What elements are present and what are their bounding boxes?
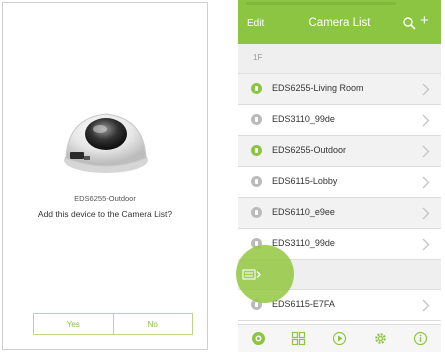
camera-list-header: Edit Camera List + [238, 0, 441, 44]
camera-name: EDS3110_99de [272, 238, 335, 248]
offline-status-icon [251, 114, 262, 125]
camera-name: EDS3110_99de [272, 114, 335, 124]
bottom-tab-bar [238, 324, 441, 352]
sidebar-toggle-icon [242, 269, 261, 280]
playback-tab[interactable] [328, 328, 350, 350]
info-tab[interactable] [410, 328, 432, 350]
chevron-right-icon [422, 114, 430, 127]
device-name-label: EDS6255-Outdoor [74, 194, 136, 203]
info-tab-icon [414, 331, 428, 346]
grid-tab-icon [292, 331, 306, 346]
dialog-button-group: Yes No [33, 313, 193, 335]
group-header-1f: 1F [238, 44, 441, 74]
search-icon[interactable] [402, 16, 416, 30]
offline-status-icon [251, 207, 262, 218]
floating-menu-button[interactable] [236, 245, 294, 303]
camera-row[interactable]: EDS6255-Outdoor [238, 136, 441, 167]
camera-name: EDS6115-Lobby [272, 176, 338, 186]
camera-row[interactable]: EDS6110_e9ee [238, 198, 441, 229]
online-status-icon [251, 145, 262, 156]
camera-tab-icon [251, 332, 265, 345]
settings-tab-icon [374, 333, 386, 344]
playback-tab-icon [332, 331, 347, 346]
camera-row[interactable]: EDS6255-Living Room [238, 74, 441, 105]
group-label: 1F [253, 53, 263, 62]
camera-row[interactable]: EDS6115-Lobby [238, 167, 441, 198]
chevron-right-icon [422, 176, 430, 189]
camera-name: EDS6115-E7FA [272, 299, 335, 309]
settings-tab[interactable] [369, 328, 391, 350]
offline-status-icon [251, 176, 262, 187]
add-device-question: Add this device to the Camera List? [37, 209, 173, 219]
chevron-right-icon [422, 83, 430, 96]
camera-tab[interactable] [247, 328, 269, 350]
camera-name: EDS6255-Living Room [272, 83, 364, 93]
camera-name: EDS6255-Outdoor [272, 145, 347, 155]
camera-name: EDS6110_e9ee [272, 207, 335, 217]
online-status-icon [251, 83, 262, 94]
add-camera-button[interactable]: + [420, 12, 429, 30]
grid-tab[interactable] [288, 328, 310, 350]
chevron-right-icon [422, 145, 430, 158]
yes-button[interactable]: Yes [34, 314, 113, 334]
chevron-right-icon [422, 299, 430, 312]
status-bar [246, 2, 396, 8]
camera-row[interactable]: EDS3110_99de [238, 105, 441, 136]
no-button[interactable]: No [112, 314, 193, 334]
chevron-right-icon [422, 207, 430, 220]
dome-camera-image [64, 113, 148, 173]
add-device-screen: EDS6255-Outdoor Add this device to the C… [2, 2, 208, 350]
chevron-right-icon [422, 238, 430, 251]
